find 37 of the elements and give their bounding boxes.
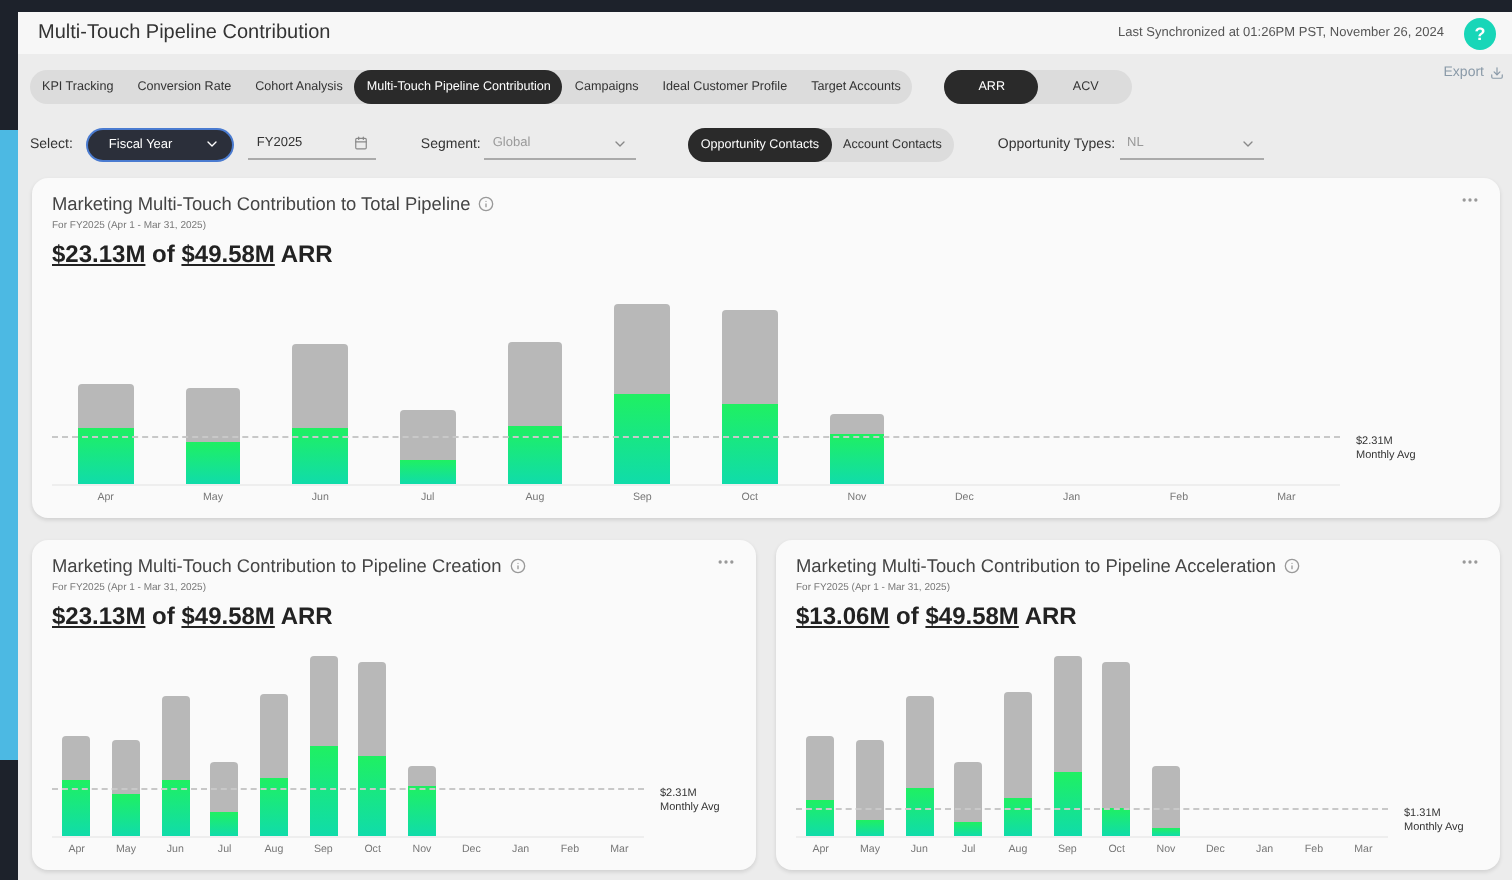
stacked-bar	[62, 736, 91, 836]
stacked-bar	[259, 694, 289, 836]
card-title: Marketing Multi-Touch Contribution to Total Pipeline	[52, 194, 471, 214]
stacked-bar	[77, 384, 134, 484]
stacked-bar	[399, 410, 456, 484]
total-link[interactable]: $49.58M	[181, 602, 275, 630]
calendar-icon	[354, 136, 369, 150]
headline-amount: $23.13M of $49.58M ARR	[52, 240, 335, 268]
amount-link[interactable]: $13.06M	[796, 602, 890, 630]
info-icon[interactable]	[509, 558, 526, 574]
total-link[interactable]: $49.58M	[181, 240, 275, 268]
total-link[interactable]: $49.58M	[925, 602, 1019, 630]
amount-link[interactable]: $23.13M	[52, 602, 146, 630]
stacked-bar	[507, 342, 563, 484]
headline-amount: $23.13M of $49.58M ARR	[52, 602, 335, 630]
stacked-bar	[111, 740, 141, 836]
download-icon	[1490, 66, 1504, 80]
page-title: Multi-Touch Pipeline Contribution	[38, 22, 333, 44]
stacked-bar	[905, 696, 934, 836]
headline-amount: $13.06M of $49.58M ARR	[796, 602, 1079, 630]
card-title: Marketing Multi-Touch Contribution to Pipeline Creation	[52, 556, 502, 576]
info-icon[interactable]	[478, 196, 495, 212]
amount-link[interactable]: $23.13M	[52, 240, 146, 268]
stacked-bar	[855, 740, 885, 836]
stacked-bar	[954, 762, 983, 836]
stacked-bar	[292, 344, 349, 484]
stacked-bar	[1003, 692, 1033, 836]
stacked-bar	[1151, 766, 1181, 836]
stacked-bar	[829, 414, 885, 484]
chevron-down-icon	[204, 136, 221, 152]
stacked-bar	[161, 696, 190, 836]
card-title: Marketing Multi-Touch Contribution to Pipeline Acceleration	[796, 556, 1277, 576]
stacked-bar	[806, 736, 835, 836]
stacked-bar	[407, 766, 437, 836]
stacked-bar	[210, 762, 239, 836]
info-icon[interactable]	[1284, 558, 1301, 574]
stacked-bar	[185, 388, 241, 484]
